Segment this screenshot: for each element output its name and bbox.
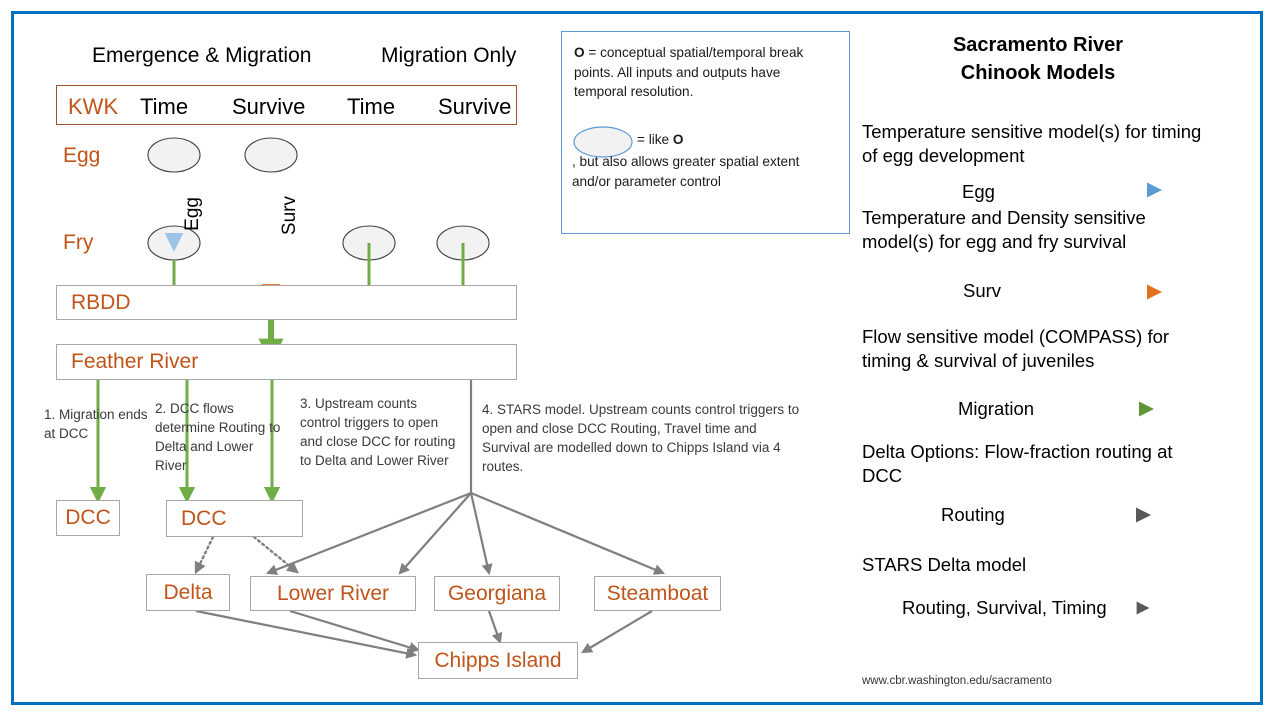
- arrow-steamboat-to-chipps: [581, 610, 653, 654]
- arrow-label-surv: Surv: [279, 196, 300, 236]
- legend-line-2-head: = like O: [637, 130, 837, 150]
- legend-symbol-o-2: O: [672, 132, 684, 147]
- legend-line-2-text: , but also allows greater spatial extent…: [572, 154, 800, 189]
- node-label-dcc-left: DCC: [65, 506, 111, 529]
- node-dcc-left[interactable]: DCC: [56, 500, 120, 536]
- legend-line-1-text: = conceptual spatial/temporal break poin…: [574, 45, 804, 100]
- node-label-chipps-island: Chipps Island: [434, 648, 562, 672]
- legend-symbol-o-1: O: [574, 45, 585, 60]
- right-panel-desc-egg: Temperature sensitive model(s) for timin…: [862, 121, 1202, 166]
- arrow-georgiana-to-chipps: [487, 610, 503, 645]
- legend-line-2-pre: = like: [637, 132, 673, 147]
- note-2-dcc-flows: 2. DCC flows determine Routing to Delta …: [155, 401, 281, 474]
- arrow-hub-to-steamboat: [470, 491, 666, 575]
- node-chipps-island[interactable]: Chipps Island: [418, 642, 578, 679]
- legend-arrow-routing: [862, 507, 1151, 523]
- definition-legend-box: O = conceptual spatial/temporal break po…: [561, 31, 850, 234]
- source-url[interactable]: www.cbr.washington.edu/sacramento: [862, 675, 1052, 687]
- arrow-hub-to-georgiana: [469, 492, 493, 576]
- node-delta[interactable]: Delta: [146, 574, 230, 611]
- node-lower-river[interactable]: Lower River: [250, 576, 416, 611]
- slide-canvas: Emergence & Migration Migration Only KWK…: [0, 0, 1280, 720]
- legend-arrow-egg: [876, 182, 1162, 198]
- node-label-georgiana: Georgiana: [447, 581, 547, 605]
- legend-arrow-label-surv: Surv: [963, 280, 1002, 301]
- right-panel-desc-routing: Delta Options: Flow-fraction routing at …: [862, 441, 1173, 486]
- arrow-label-egg: Egg: [182, 197, 203, 231]
- arrow-hub-to-lower-river: [398, 492, 472, 575]
- node-dcc-main[interactable]: DCC: [166, 500, 303, 537]
- right-panel-title-line2: Chinook Models: [960, 62, 1116, 84]
- legend-arrow-surv: [866, 284, 1162, 300]
- note-4-stars-model: 4. STARS model. Upstream counts control …: [482, 402, 800, 475]
- band-feather-river: Feather River: [56, 344, 517, 380]
- node-ellipse-egg-time: [147, 137, 201, 173]
- note-3-upstream-counts: 3. Upstream counts control triggers to o…: [300, 396, 456, 469]
- node-label-lower-river: Lower River: [276, 581, 390, 605]
- arrow-delta-to-chipps: [195, 609, 418, 659]
- band-label-rbdd: RBDD: [71, 290, 131, 314]
- node-label-delta: Delta: [163, 580, 213, 604]
- right-panel-desc-surv: Temperature and Density sensitive model(…: [862, 207, 1146, 252]
- node-georgiana[interactable]: Georgiana: [434, 576, 560, 611]
- legend-arrow-label-stars: Routing, Survival, Timing: [902, 597, 1107, 618]
- right-panel-desc-stars: STARS Delta model: [862, 554, 1027, 575]
- right-panel-title-line1: Sacramento River: [952, 34, 1124, 56]
- legend-line-1: O = conceptual spatial/temporal break po…: [574, 43, 836, 102]
- note-1-migration-ends: 1. Migration ends at DCC: [44, 407, 148, 442]
- legend-arrow-label-migration: Migration: [958, 398, 1035, 419]
- node-steamboat[interactable]: Steamboat: [594, 576, 721, 611]
- node-label-steamboat: Steamboat: [606, 581, 709, 605]
- band-label-feather-river: Feather River: [71, 350, 199, 373]
- node-label-dcc-main: DCC: [181, 506, 227, 530]
- arrow-dcc-to-delta: [194, 535, 215, 575]
- right-panel-desc-migration: Flow sensitive model (COMPASS) for timin…: [862, 326, 1170, 371]
- arrow-dcc-to-lower-river: [252, 535, 299, 574]
- arrow-lower-river-to-chipps: [289, 609, 421, 653]
- band-rbdd: RBDD: [56, 285, 517, 320]
- node-ellipse-egg-survive: [244, 137, 298, 173]
- legend-arrow-label-egg: Egg: [962, 181, 995, 202]
- legend-arrow-label-routing: Routing: [941, 504, 1005, 525]
